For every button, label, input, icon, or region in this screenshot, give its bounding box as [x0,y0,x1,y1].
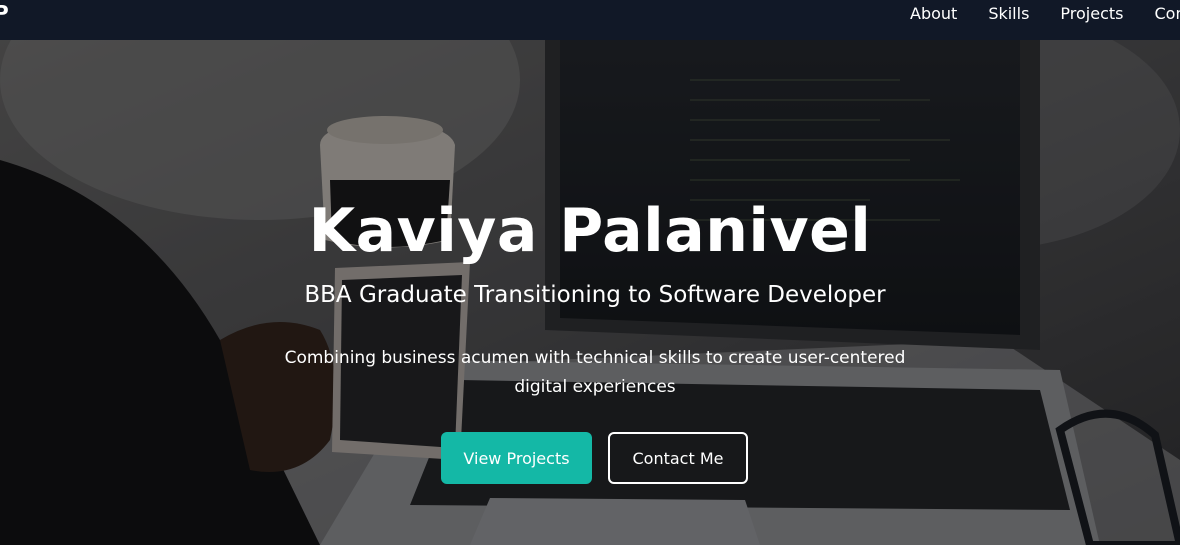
hero-subtitle: BBA Graduate Transitioning to Software D… [304,282,886,308]
hero-title: Kaviya Palanivel [308,196,872,266]
nav-links: About Skills Projects Con [910,0,1180,26]
nav-link-about[interactable]: About [910,4,957,23]
logo[interactable]: P [0,0,9,40]
navbar: P About Skills Projects Con [0,0,1180,40]
nav-link-contact[interactable]: Con [1154,4,1180,23]
contact-me-button[interactable]: Contact Me [608,432,748,484]
nav-link-skills[interactable]: Skills [988,4,1029,23]
view-projects-button[interactable]: View Projects [441,432,592,484]
hero-section: Kaviya Palanivel BBA Graduate Transition… [0,40,1180,545]
hero-description: Combining business acumen with technical… [284,348,906,397]
hero-content: Kaviya Palanivel BBA Graduate Transition… [0,40,1180,545]
nav-link-projects[interactable]: Projects [1060,4,1123,23]
